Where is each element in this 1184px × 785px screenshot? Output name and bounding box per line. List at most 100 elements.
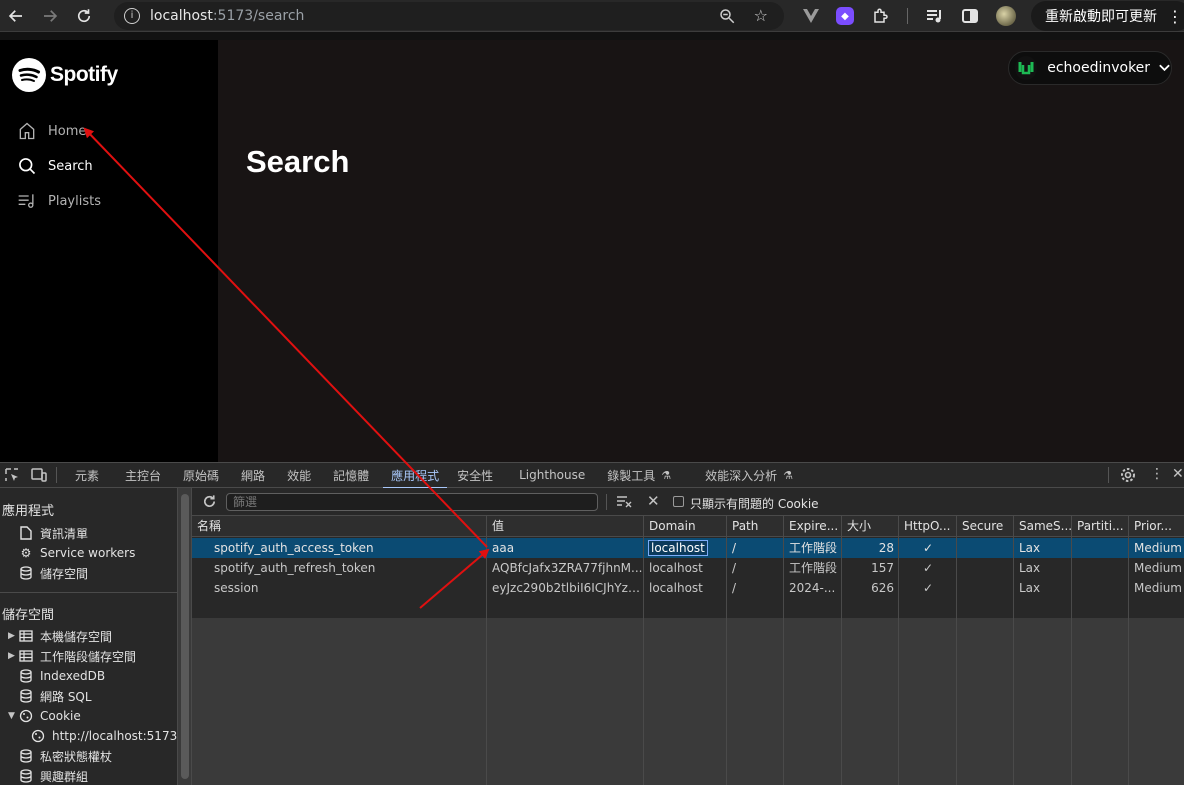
table-row[interactable]: session eyJzc290b2tlbiI6ICJhYzQ... local…	[192, 578, 1184, 598]
cookie-samesite-cell[interactable]: Lax	[1014, 558, 1072, 578]
refresh-icon[interactable]	[202, 494, 217, 512]
column-header-size[interactable]: 大小	[842, 516, 899, 537]
cookie-samesite-cell[interactable]: Lax	[1014, 578, 1072, 598]
column-header-secure[interactable]: Secure	[957, 516, 1014, 537]
tab-security[interactable]: 安全性	[449, 463, 501, 488]
sidebar-item-playlists[interactable]: Playlists	[16, 188, 101, 214]
tree-item-interest-groups[interactable]: 興趣群組	[18, 766, 88, 785]
column-header-domain[interactable]: Domain	[644, 516, 727, 537]
address-bar[interactable]: i localhost:5173/search ☆	[114, 2, 784, 30]
cookie-path-cell[interactable]: /	[727, 558, 784, 578]
expand-arrow-icon[interactable]: ▶	[8, 651, 18, 661]
cookie-name-cell[interactable]: spotify_auth_access_token	[192, 538, 487, 558]
cookie-value-cell[interactable]: eyJzc290b2tlbiI6ICJhYzQ...	[487, 578, 644, 598]
cookie-size-cell[interactable]: 157	[842, 558, 899, 578]
tree-item-service-workers[interactable]: ⚙ Service workers	[18, 543, 136, 563]
profile-avatar[interactable]	[995, 5, 1017, 27]
tab-performance-insights[interactable]: 效能深入分析 ⚗	[697, 463, 801, 488]
tab-memory[interactable]: 記憶體	[325, 463, 377, 488]
cookie-expires-cell[interactable]: 工作階段	[784, 558, 842, 578]
forward-button[interactable]	[38, 4, 62, 28]
column-header-name[interactable]: 名稱	[192, 516, 487, 537]
url-text[interactable]: localhost:5173/search	[150, 8, 304, 24]
side-panel-icon[interactable]	[959, 5, 981, 27]
cookie-path-cell[interactable]: /	[727, 578, 784, 598]
back-button[interactable]	[4, 4, 28, 28]
table-row[interactable]: spotify_auth_refresh_token AQBfcJafx3ZRA…	[192, 558, 1184, 578]
vue-devtools-icon[interactable]	[800, 5, 822, 27]
cookie-partition-cell[interactable]	[1072, 578, 1129, 598]
cookie-httponly-cell[interactable]: ✓	[899, 538, 957, 558]
cookie-priority-cell[interactable]: Medium	[1129, 538, 1184, 558]
restart-to-update-button[interactable]: 重新啟動即可更新 ⋮	[1031, 1, 1184, 31]
clear-filtered-icon[interactable]	[616, 494, 632, 511]
bookmark-star-icon[interactable]: ☆	[754, 6, 768, 25]
sidebar-item-home[interactable]: Home	[16, 118, 86, 144]
cookie-priority-cell[interactable]: Medium	[1129, 558, 1184, 578]
tab-recorder[interactable]: 錄製工具 ⚗	[599, 463, 679, 488]
table-row[interactable]: spotify_auth_access_token aaa localhost …	[192, 538, 1184, 558]
site-info-icon[interactable]: i	[124, 8, 140, 24]
device-toolbar-icon[interactable]	[28, 468, 50, 482]
column-header-httponly[interactable]: HttpO...	[899, 516, 957, 537]
tree-item-manifest[interactable]: 資訊清單	[18, 523, 88, 543]
column-header-partition[interactable]: Partiti...	[1072, 516, 1129, 537]
sidebar-scrollbar[interactable]	[178, 488, 192, 785]
spotify-logo[interactable]: Spotify	[12, 58, 118, 92]
cookie-secure-cell[interactable]	[957, 578, 1014, 598]
tree-item-indexeddb[interactable]: IndexedDB	[18, 666, 105, 686]
cookie-expires-cell[interactable]: 工作階段	[784, 538, 842, 558]
extensions-puzzle-icon[interactable]	[870, 5, 892, 27]
zoom-icon[interactable]	[718, 7, 736, 25]
cookie-secure-cell[interactable]	[957, 538, 1014, 558]
close-devtools-icon[interactable]: ✕	[1172, 466, 1184, 482]
expand-arrow-icon[interactable]: ▶	[8, 631, 18, 641]
cookie-httponly-cell[interactable]: ✓	[899, 578, 957, 598]
cookie-domain-cell[interactable]: localhost	[644, 558, 727, 578]
cookie-size-cell[interactable]: 28	[842, 538, 899, 558]
collapse-arrow-icon[interactable]: ▼	[8, 711, 18, 721]
cookie-path-cell[interactable]: /	[727, 538, 784, 558]
inspect-element-icon[interactable]	[2, 468, 22, 482]
more-vert-icon[interactable]: ⋮	[1167, 7, 1183, 26]
cookie-httponly-cell[interactable]: ✓	[899, 558, 957, 578]
cookie-partition-cell[interactable]	[1072, 538, 1129, 558]
tree-item-web-sql[interactable]: 網路 SQL	[18, 686, 92, 706]
cookie-value-cell[interactable]: aaa	[487, 538, 644, 558]
cookie-name-cell[interactable]: session	[192, 578, 487, 598]
scrollbar-thumb[interactable]	[181, 494, 189, 779]
reload-button[interactable]	[72, 4, 96, 28]
tab-sources[interactable]: 原始碼	[175, 463, 227, 488]
cookie-partition-cell[interactable]	[1072, 558, 1129, 578]
media-control-icon[interactable]	[924, 5, 946, 27]
cookie-domain-cell[interactable]: localhost	[644, 538, 727, 558]
cookie-value-cell[interactable]: AQBfcJafx3ZRA77fjhnM...	[487, 558, 644, 578]
sidebar-item-search[interactable]: Search	[16, 153, 93, 179]
user-menu-button[interactable]: echoedinvoker	[1008, 51, 1172, 85]
tab-lighthouse[interactable]: Lighthouse	[511, 463, 593, 488]
tab-performance[interactable]: 效能	[279, 463, 319, 488]
tree-item-storage[interactable]: 儲存空間	[18, 563, 88, 583]
cookie-size-cell[interactable]: 626	[842, 578, 899, 598]
settings-gear-icon[interactable]	[1120, 467, 1136, 486]
cookie-priority-cell[interactable]: Medium	[1129, 578, 1184, 598]
cookie-name-cell[interactable]: spotify_auth_refresh_token	[192, 558, 487, 578]
tab-application[interactable]: 應用程式	[383, 463, 448, 489]
tree-item-session-storage[interactable]: ▶ 工作階段儲存空間	[8, 646, 136, 666]
filter-input[interactable]	[226, 493, 598, 511]
column-header-samesite[interactable]: SameS...	[1014, 516, 1072, 537]
cookie-samesite-cell[interactable]: Lax	[1014, 538, 1072, 558]
cookie-secure-cell[interactable]	[957, 558, 1014, 578]
tree-item-private-state-tokens[interactable]: 私密狀態權杖	[18, 746, 112, 766]
column-header-value[interactable]: 值	[487, 516, 644, 537]
extension-purple-icon[interactable]: ◆	[834, 5, 856, 27]
tab-console[interactable]: 主控台	[117, 463, 169, 488]
column-header-priority[interactable]: Prior...	[1129, 516, 1184, 537]
tree-item-cookie-origin[interactable]: http://localhost:5173	[30, 726, 177, 746]
cookie-expires-cell[interactable]: 2024-...	[784, 578, 842, 598]
tab-elements[interactable]: 元素	[67, 463, 107, 488]
more-options-icon[interactable]: ⋮	[1150, 466, 1164, 482]
column-header-path[interactable]: Path	[727, 516, 784, 537]
domain-edit-field[interactable]: localhost	[648, 540, 708, 556]
column-header-expires[interactable]: Expire...	[784, 516, 842, 537]
